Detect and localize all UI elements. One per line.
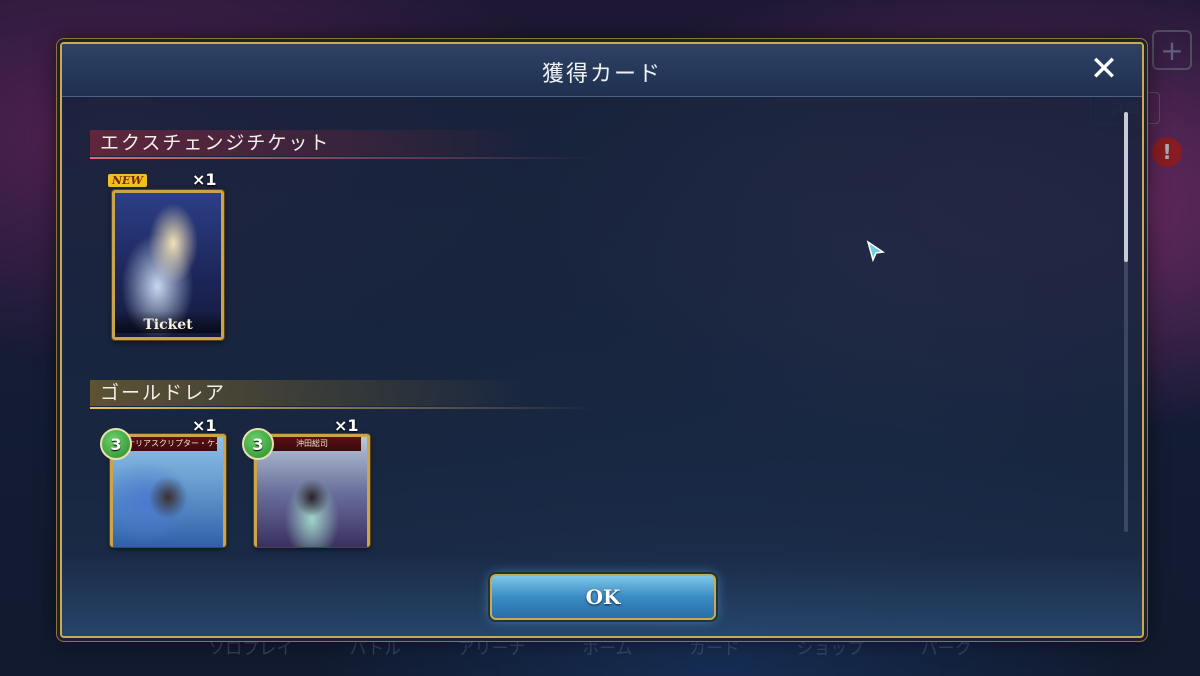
card-name: 沖田総司 <box>263 437 361 451</box>
card-count: ×1 <box>334 416 359 435</box>
card-count: ×1 <box>192 170 217 189</box>
section-divider <box>90 407 720 409</box>
section-title: ゴールドレア <box>100 382 227 404</box>
card-name: マナリアスクリプター・ケイコ <box>119 437 217 451</box>
section-divider <box>90 157 720 159</box>
exchange-ticket-card[interactable]: Ticket <box>112 190 224 340</box>
scrollbar-thumb[interactable] <box>1124 112 1128 262</box>
card-count: ×1 <box>192 416 217 435</box>
ticket-label: Ticket <box>115 311 221 333</box>
acquired-cards-dialog: 獲得カード ✕ エクスチェンジチケット NEW ×1 Ticket ゴールドレア… <box>60 42 1144 638</box>
dialog-header: 獲得カード ✕ <box>62 44 1142 97</box>
section-title: エクスチェンジチケット <box>100 132 331 154</box>
section-header-gold-rare: ゴールドレア <box>90 380 720 409</box>
level-badge: 3 <box>100 428 132 460</box>
dialog-title: 獲得カード <box>541 62 662 87</box>
section-header-exchange-ticket: エクスチェンジチケット <box>90 130 720 159</box>
close-button[interactable]: ✕ <box>1088 52 1120 86</box>
level-badge: 3 <box>242 428 274 460</box>
scrollbar[interactable] <box>1124 112 1128 532</box>
new-badge: NEW <box>108 174 147 187</box>
cursor-icon <box>866 240 886 262</box>
ok-button[interactable]: OK <box>490 574 716 620</box>
